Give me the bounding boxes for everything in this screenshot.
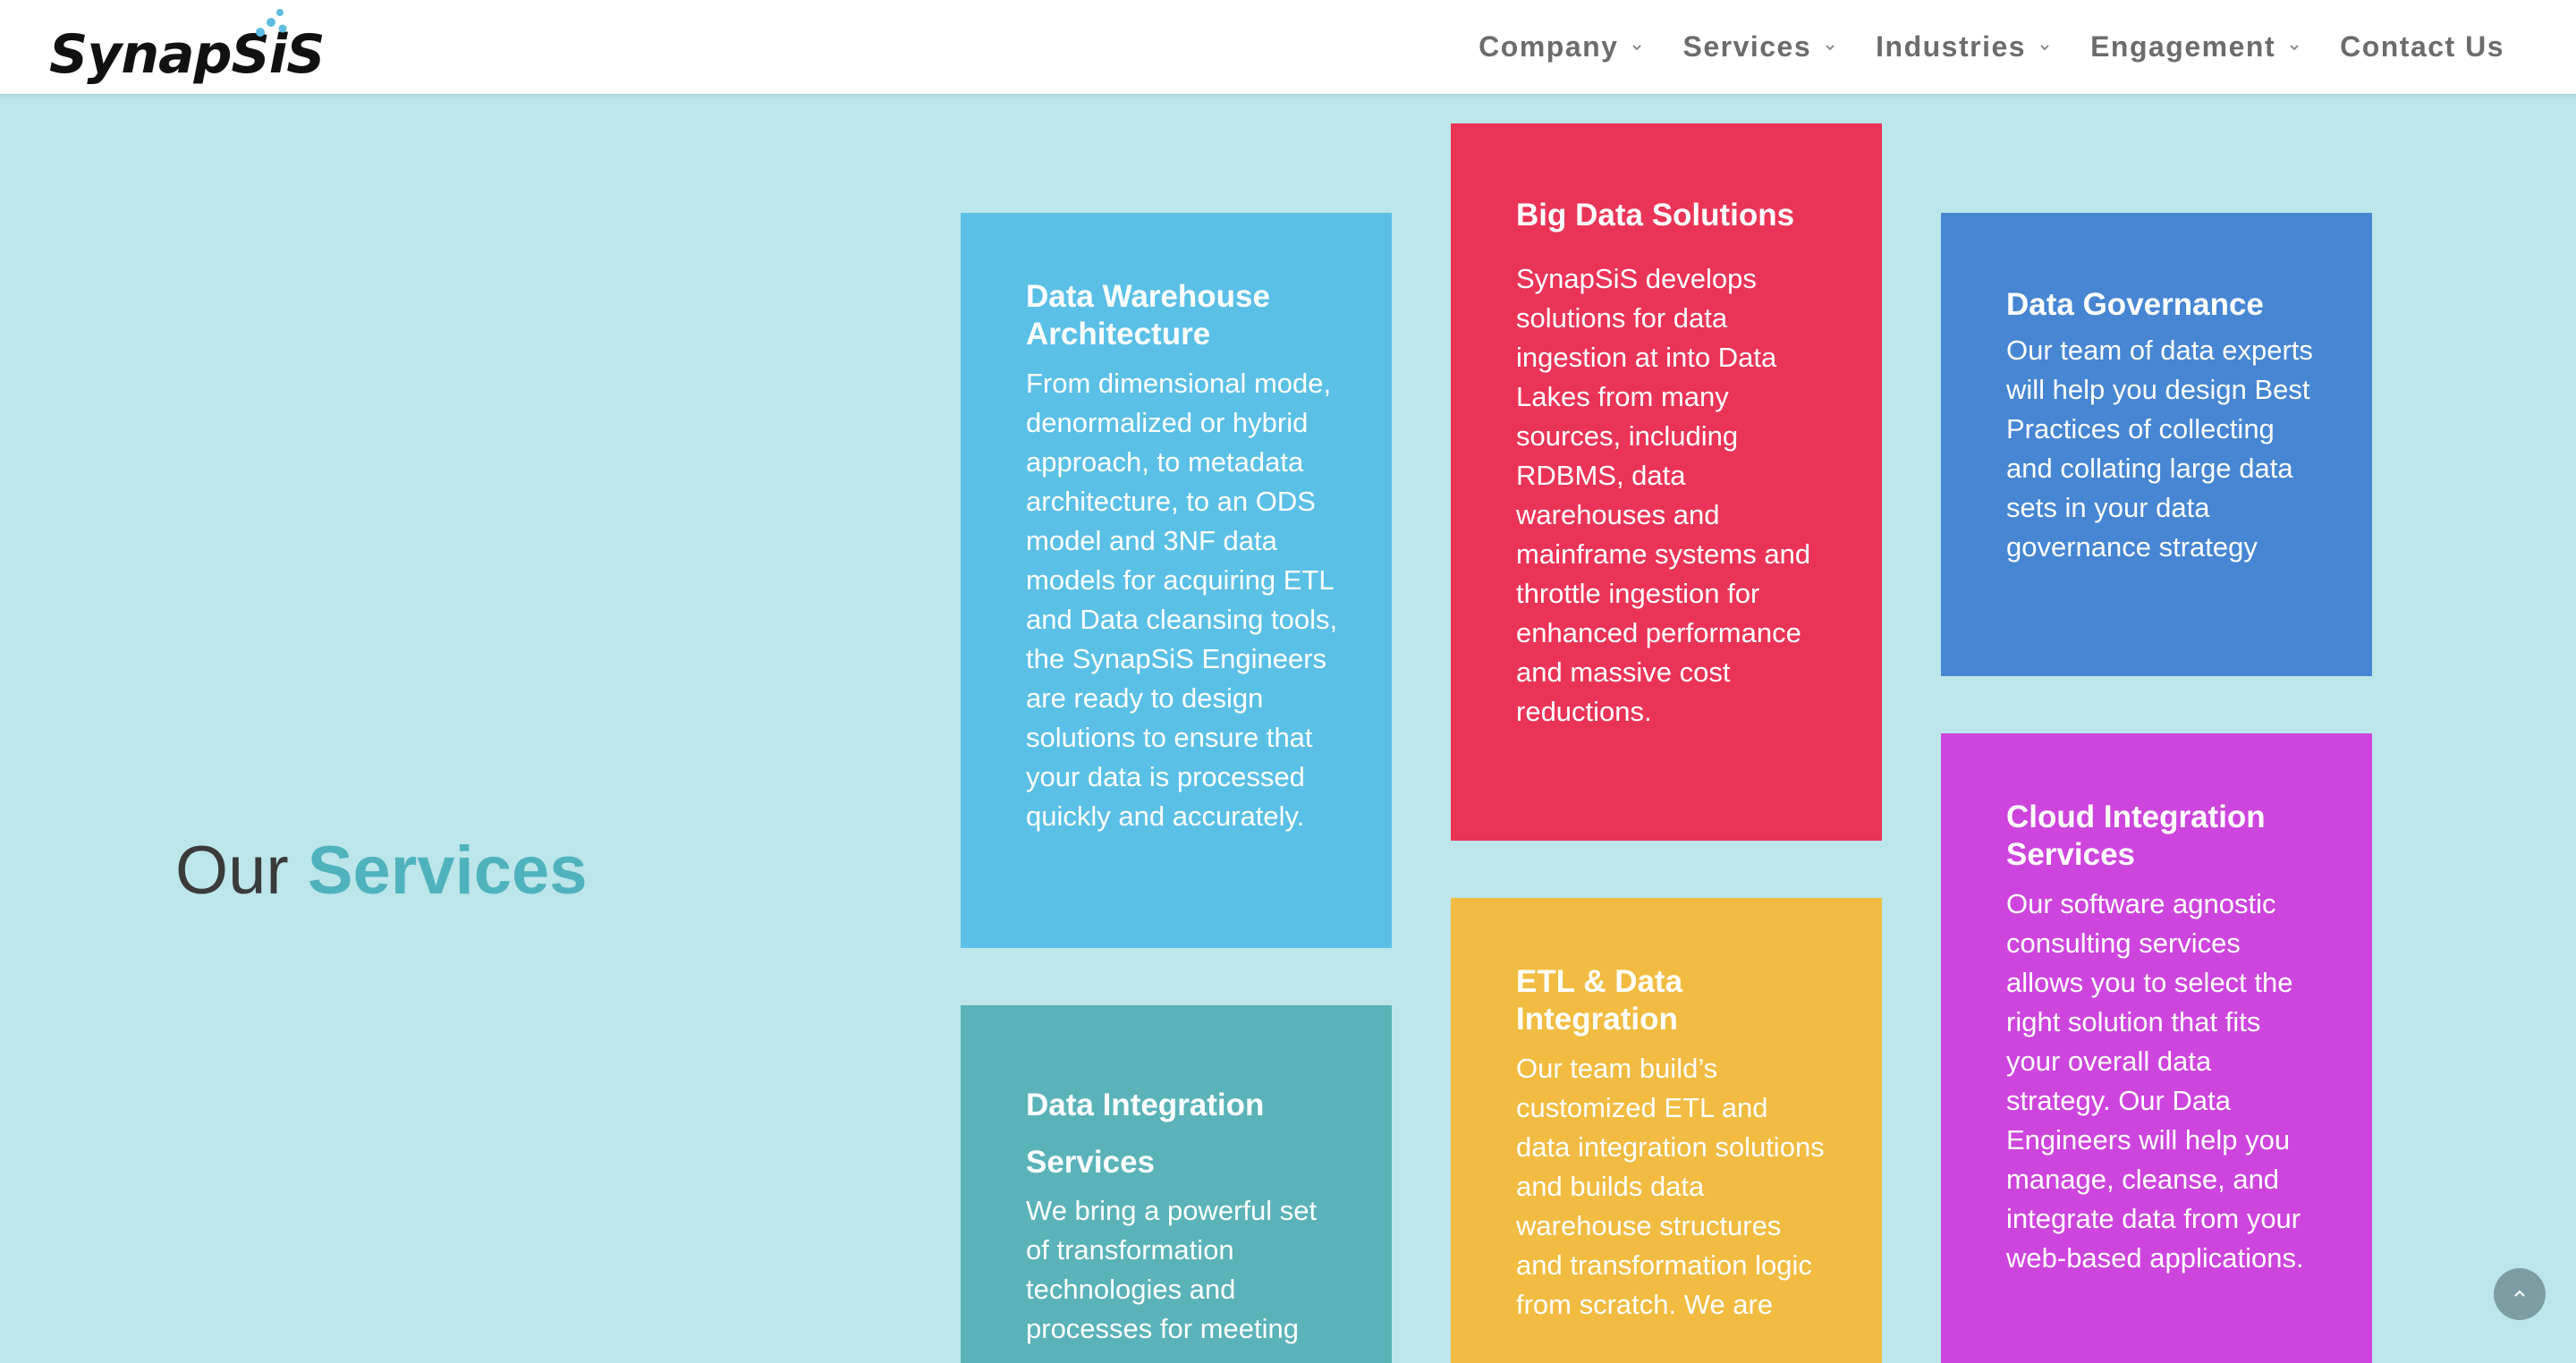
nav-item-services[interactable]: Services: [1682, 30, 1836, 63]
card-text: SynapSiS develops solutions for data ing…: [1516, 263, 1811, 727]
chevron-down-icon: [2290, 44, 2299, 50]
logo-dots-icon: [256, 9, 287, 37]
nav-item-label: Industries: [1876, 30, 2027, 63]
chevron-up-icon: [2514, 1290, 2525, 1297]
main-nav: Company Services Industries Engagement C…: [1479, 0, 2504, 94]
service-card-cloud-integration: Cloud Integration Services Our software …: [1941, 733, 2372, 1363]
chevron-down-icon: [1826, 44, 1835, 50]
service-card-big-data: Big Data Solutions SynapSiS develops sol…: [1451, 123, 1882, 841]
section-title-accent: Services: [307, 833, 588, 909]
service-card-data-integration: Data Integration Services We bring a pow…: [961, 1005, 1392, 1363]
card-text: Our team of data experts will help you d…: [2006, 334, 2313, 563]
chevron-down-icon: [2040, 44, 2049, 50]
section-title-prefix: Our: [175, 833, 289, 909]
nav-item-label: Services: [1682, 30, 1812, 63]
card-title: Cloud Integration Services: [2006, 800, 2266, 872]
nav-item-label: Contact Us: [2340, 30, 2504, 63]
back-to-top-button[interactable]: [2494, 1268, 2546, 1320]
card-title: Big Data Solutions: [1516, 198, 1795, 233]
logo[interactable]: SynapSiS: [49, 7, 325, 88]
nav-item-industries[interactable]: Industries: [1876, 30, 2051, 63]
nav-item-engagement[interactable]: Engagement: [2090, 30, 2301, 63]
service-card-data-governance: Data Governance Our team of data experts…: [1941, 213, 2372, 676]
service-card-data-warehouse: Data Warehouse Architecture From dimensi…: [961, 213, 1392, 948]
site-header: SynapSiS Company Services Industries Eng…: [0, 0, 2576, 94]
service-card-etl: ETL & Data Integration Our team build’s …: [1451, 898, 1882, 1363]
nav-item-company[interactable]: Company: [1479, 30, 1643, 63]
chevron-down-icon: [1632, 44, 1642, 50]
nav-item-contact-us[interactable]: Contact Us: [2340, 30, 2504, 63]
card-text: From dimensional mode, denormalized or h…: [1026, 368, 1338, 832]
nav-item-label: Engagement: [2090, 30, 2276, 63]
card-title: ETL & Data Integration: [1516, 964, 1683, 1037]
section-title: Our Services: [175, 832, 588, 910]
card-title: Data Governance: [2006, 287, 2264, 322]
card-text: Our team build’s customized ETL and data…: [1516, 1053, 1825, 1320]
card-text: We bring a powerful set of transformatio…: [1026, 1195, 1318, 1344]
card-title: Data Warehouse Architecture: [1026, 279, 1270, 351]
card-text: Our software agnostic consulting service…: [2006, 888, 2304, 1274]
card-title: Data Integration Services: [1026, 1088, 1265, 1180]
nav-item-label: Company: [1479, 30, 1619, 63]
